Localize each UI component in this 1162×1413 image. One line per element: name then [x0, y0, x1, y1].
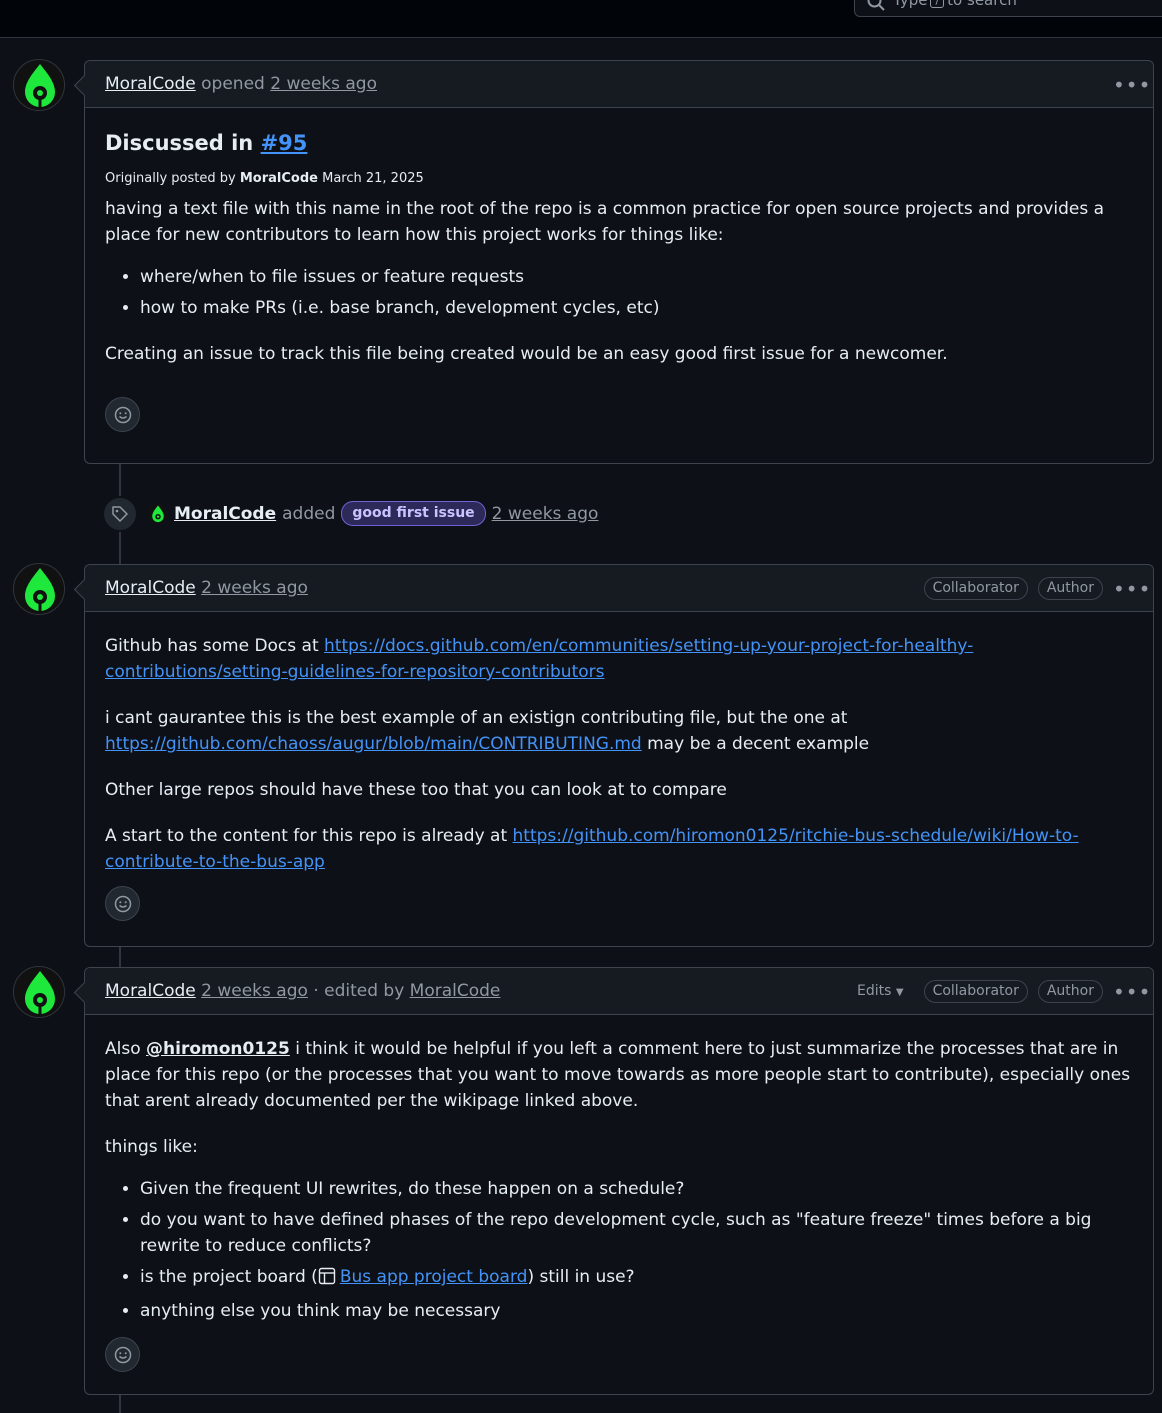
- discussion-heading: Discussed in #95: [105, 130, 1133, 156]
- comment-header: MoralCode 2 weeks ago · edited by MoralC…: [85, 968, 1153, 1015]
- comment-header: MoralCode 2 weeks ago Collaborator Autho…: [85, 565, 1153, 612]
- text: Github has some Docs at: [105, 636, 319, 656]
- flame-logo-icon: [148, 503, 168, 524]
- more-options-icon[interactable]: •••: [1113, 982, 1150, 1002]
- search-placeholder-before: Type: [893, 0, 928, 9]
- list-item: anything else you think may be necessary: [140, 1298, 1133, 1324]
- paragraph: things like:: [105, 1137, 198, 1157]
- collaborator-badge: Collaborator: [923, 577, 1028, 600]
- search-placeholder-after: to search: [947, 0, 1017, 9]
- edited-by-link[interactable]: MoralCode: [410, 981, 501, 1001]
- top-header: Type / to search: [0, 0, 1162, 38]
- edited-prefix: · edited by: [313, 981, 405, 1001]
- text: is the project board (: [140, 1267, 318, 1287]
- text: A start to the content for this repo is …: [105, 826, 508, 846]
- add-reaction-button[interactable]: [105, 397, 140, 432]
- timeline-line: [119, 1394, 121, 1413]
- search-input[interactable]: Type / to search: [854, 0, 1162, 17]
- comment-header: MoralCode opened 2 weeks ago •••: [85, 61, 1153, 108]
- author-badge: Author: [1037, 577, 1103, 600]
- list-item: is the project board ( Bus app project bo…: [140, 1264, 1133, 1293]
- search-icon: [867, 0, 885, 17]
- timestamp-link[interactable]: 2 weeks ago: [201, 981, 308, 1001]
- flame-logo-icon: [14, 967, 64, 1017]
- issue-description: MoralCode opened 2 weeks ago ••• Discuss…: [84, 60, 1154, 464]
- comment-body: Github has some Docs at https://docs.git…: [85, 612, 1153, 921]
- paragraph: Other large repos should have these too …: [105, 780, 727, 800]
- comment-body: Discussed in #95 Originally posted by Mo…: [85, 108, 1153, 432]
- timeline-line: [119, 946, 121, 968]
- tag-icon: [102, 495, 138, 532]
- collaborator-badge: Collaborator: [923, 980, 1028, 1003]
- smiley-icon: [114, 406, 131, 423]
- paragraph: Also @hiromon0125 i think it would be he…: [105, 1036, 1133, 1114]
- orig-author: MoralCode: [239, 171, 318, 186]
- originally-posted: Originally posted by MoralCode March 21,…: [105, 170, 1133, 188]
- opened-verb: opened: [201, 74, 265, 94]
- event-action: added: [282, 503, 336, 524]
- more-options-icon[interactable]: •••: [1113, 579, 1150, 599]
- author-badge: Author: [1037, 980, 1103, 1003]
- event-author-link[interactable]: MoralCode: [174, 504, 276, 524]
- triangle-down-icon: ▼: [895, 986, 904, 998]
- user-mention[interactable]: @hiromon0125: [146, 1039, 290, 1059]
- smiley-icon: [114, 895, 131, 912]
- paragraph: Creating an issue to track this file bei…: [105, 344, 948, 364]
- text: ) still in use?: [527, 1267, 635, 1287]
- paragraph: Github has some Docs at https://docs.git…: [105, 633, 1133, 685]
- comment-body: Also @hiromon0125 i think it would be he…: [85, 1015, 1153, 1372]
- discussion-link[interactable]: #95: [261, 131, 308, 155]
- paragraph: i cant gaurantee this is the best exampl…: [105, 705, 1133, 757]
- list-item: how to make PRs (i.e. base branch, devel…: [140, 295, 1133, 321]
- label-badge[interactable]: good first issue: [341, 501, 486, 526]
- avatar[interactable]: [13, 563, 65, 615]
- author-link[interactable]: MoralCode: [105, 578, 196, 598]
- edits-label: Edits: [857, 982, 892, 999]
- text: i cant gaurantee this is the best exampl…: [105, 708, 848, 728]
- smiley-icon: [114, 1346, 131, 1363]
- orig-prefix: Originally posted by: [105, 171, 236, 186]
- comment: MoralCode 2 weeks ago · edited by MoralC…: [84, 967, 1154, 1395]
- list-item: do you want to have defined phases of th…: [140, 1207, 1133, 1259]
- edits-dropdown[interactable]: Edits ▼: [857, 968, 904, 1016]
- bullet-list: where/when to file issues or feature req…: [140, 264, 1133, 321]
- augur-link[interactable]: https://github.com/chaoss/augur/blob/mai…: [105, 734, 642, 754]
- project-board-link[interactable]: Bus app project board: [340, 1267, 528, 1287]
- search-shortcut-key: /: [930, 0, 945, 8]
- more-options-icon[interactable]: •••: [1113, 75, 1150, 95]
- project-table-icon: [318, 1267, 336, 1293]
- paragraph: A start to the content for this repo is …: [105, 823, 1133, 875]
- author-link[interactable]: MoralCode: [105, 981, 196, 1001]
- timestamp-link[interactable]: 2 weeks ago: [201, 578, 308, 598]
- orig-date: March 21, 2025: [322, 171, 424, 186]
- comment: MoralCode 2 weeks ago Collaborator Autho…: [84, 564, 1154, 947]
- list-item: Given the frequent UI rewrites, do these…: [140, 1176, 1133, 1202]
- event-timestamp-link[interactable]: 2 weeks ago: [492, 504, 599, 524]
- mini-avatar[interactable]: [148, 503, 168, 524]
- author-link[interactable]: MoralCode: [105, 74, 196, 94]
- text: may be a decent example: [647, 734, 870, 754]
- paragraph: having a text file with this name in the…: [105, 199, 1105, 245]
- add-reaction-button[interactable]: [105, 886, 140, 921]
- timestamp-link[interactable]: 2 weeks ago: [270, 74, 377, 94]
- add-reaction-button[interactable]: [105, 1337, 140, 1372]
- list-item: where/when to file issues or feature req…: [140, 264, 1133, 290]
- flame-logo-icon: [14, 60, 64, 110]
- avatar[interactable]: [13, 966, 65, 1018]
- heading-prefix: Discussed in: [105, 131, 254, 155]
- label-event: MoralCode added good first issue 2 weeks…: [102, 495, 599, 532]
- text: Also: [105, 1039, 141, 1059]
- flame-logo-icon: [14, 564, 64, 614]
- bullet-list: Given the frequent UI rewrites, do these…: [140, 1176, 1133, 1324]
- avatar[interactable]: [13, 59, 65, 111]
